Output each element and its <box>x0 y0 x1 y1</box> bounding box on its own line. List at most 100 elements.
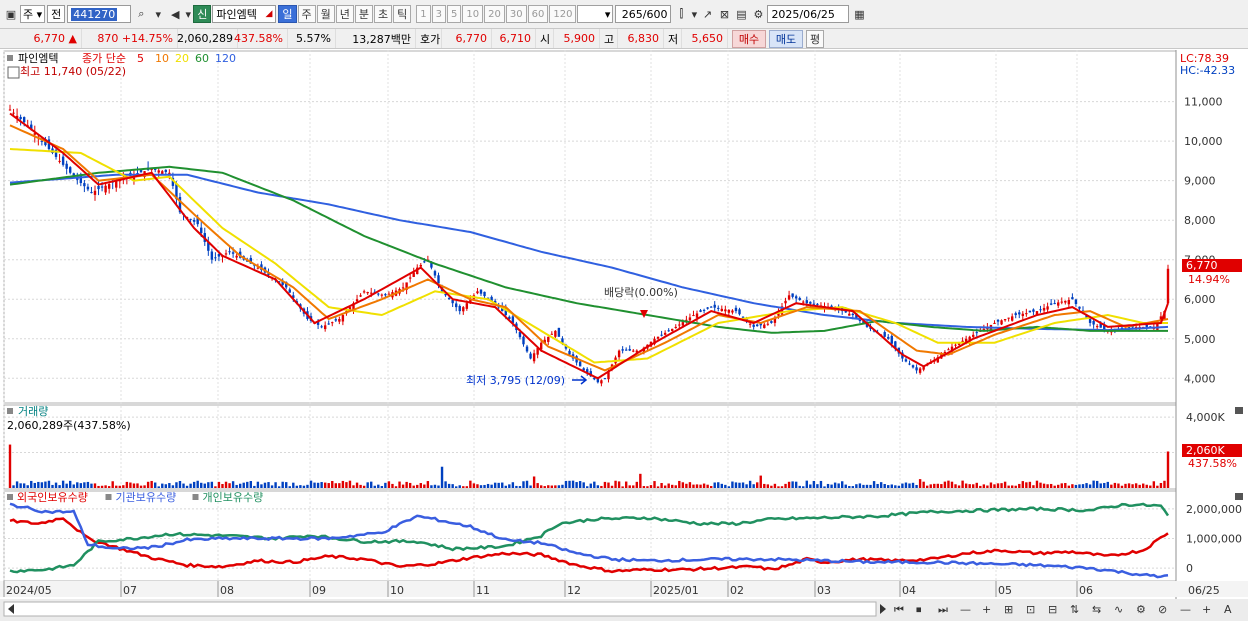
period-button-3[interactable]: 년 <box>335 5 354 23</box>
volume-bar <box>911 482 915 488</box>
volume-bar <box>752 484 755 488</box>
chart-control-icon-0: ⏮ <box>894 603 904 616</box>
volume-bar <box>171 485 175 488</box>
candle-body <box>600 380 603 384</box>
low-label: 저 <box>664 29 682 48</box>
candle-body <box>738 309 741 315</box>
volume-bar <box>281 481 284 488</box>
speaker-icon[interactable]: ◀ <box>167 5 183 23</box>
interval-button-120[interactable]: 120 <box>549 5 577 23</box>
volume-bar <box>341 480 345 488</box>
interval-button-3[interactable]: 3 <box>431 5 447 23</box>
zoom-icon[interactable]: ⊠ <box>716 5 732 23</box>
candle-body <box>915 367 918 371</box>
eval-button[interactable]: 평 <box>806 29 824 48</box>
interval-button-10[interactable]: 10 <box>462 5 484 23</box>
save-icon[interactable]: ▤ <box>733 5 749 23</box>
volume-bar <box>185 485 189 488</box>
interval-button-1[interactable]: 1 <box>416 5 431 23</box>
chevron-down-icon[interactable]: ▾ <box>184 5 192 23</box>
volume-bar <box>819 480 823 488</box>
candle-icon[interactable]: ⫿ <box>673 5 689 23</box>
period-button-4[interactable]: 분 <box>354 5 374 23</box>
sell-button[interactable]: 매도 <box>769 29 803 48</box>
calendar-icon[interactable]: ▦ <box>851 5 867 23</box>
volume-bar <box>26 485 29 488</box>
interval-button-20[interactable]: 20 <box>484 5 505 23</box>
volume-bar <box>1149 485 1152 488</box>
volume-bar <box>54 482 58 488</box>
candle-body <box>663 332 667 335</box>
period-button-5[interactable]: 초 <box>374 5 393 23</box>
candle-body <box>1060 301 1063 303</box>
candle-body <box>359 295 362 297</box>
volume-bar <box>161 483 164 488</box>
volume-bar <box>957 485 961 488</box>
chart-control-icon-1: ⏹ <box>916 603 922 616</box>
volume-bar <box>231 481 235 488</box>
gear-icon[interactable]: ⚙ <box>750 5 766 23</box>
candle-body <box>706 307 709 309</box>
volume-bar <box>260 484 263 488</box>
candle-body <box>437 275 440 284</box>
date-input[interactable]: 2025/06/25 <box>767 5 850 23</box>
hc-label: HC:-42.33 <box>1180 64 1235 77</box>
volume-bar <box>589 483 592 488</box>
volume-bar <box>1003 481 1007 488</box>
candle-body <box>401 287 405 289</box>
volume-bar <box>816 484 819 488</box>
period-button-0[interactable]: 일 <box>278 5 297 23</box>
stock-chart[interactable]: 4,0005,0006,0007,0008,0009,00010,00011,0… <box>0 50 1248 621</box>
volume-bar <box>809 484 812 488</box>
search-icon[interactable]: ⌕ <box>133 5 149 23</box>
holdings-panel-close-icon <box>1235 493 1243 500</box>
dividend-note: 배당락(0.00%) <box>604 286 678 299</box>
volume-bar <box>1085 483 1088 488</box>
volume-bar <box>568 480 571 488</box>
period-button-2[interactable]: 월 <box>316 5 335 23</box>
open-cell: 5,900 <box>554 29 600 48</box>
price-ytick-label-7: 11,000 <box>1184 96 1223 109</box>
candle-body <box>805 300 808 304</box>
volume-bar <box>908 483 911 488</box>
candle-body <box>69 167 72 173</box>
window-icon[interactable]: ▣ <box>3 5 19 23</box>
hoga-label-text: 호가 <box>420 32 441 46</box>
volume-bar <box>501 482 504 488</box>
dropdown-icon[interactable]: ▾ <box>150 5 166 23</box>
candle-body <box>192 219 196 222</box>
volume-bar <box>235 484 238 488</box>
volume-bar <box>964 483 968 488</box>
stock-code-input[interactable]: 441270 <box>67 5 132 23</box>
buy-button[interactable]: 매수 <box>732 29 766 48</box>
stock-name-box[interactable]: 파인엠텍 ◢ <box>212 5 277 23</box>
volume-bar <box>1145 484 1148 488</box>
volume-bar <box>86 481 90 488</box>
interval-select[interactable]: ▾ <box>577 5 614 23</box>
chevron-down-icon[interactable]: ▾ <box>690 5 698 23</box>
type-select[interactable]: 주 ▾ <box>20 5 46 23</box>
low-value: 5,650 <box>691 32 724 45</box>
prefix-box[interactable]: 전 <box>47 5 66 23</box>
volume-bar <box>596 485 600 488</box>
draw-icon[interactable]: ↗ <box>699 5 715 23</box>
interval-button-60[interactable]: 60 <box>527 5 549 23</box>
volume-bar <box>961 480 964 488</box>
volume-bar <box>883 483 886 488</box>
interval-button-5[interactable]: 5 <box>447 5 462 23</box>
legend-ma-5: 5 <box>137 52 144 65</box>
volume-ytick-label: 4,000K <box>1186 411 1225 424</box>
date-value: 2025/06/25 <box>771 7 835 21</box>
volume-bar <box>462 486 465 488</box>
x-axis-label-10: 04 <box>902 584 916 597</box>
candle-body <box>632 350 635 352</box>
interval-button-30[interactable]: 30 <box>505 5 527 23</box>
volume-bar <box>15 481 19 488</box>
volume-bar <box>717 482 720 488</box>
period-button-6[interactable]: 틱 <box>393 5 412 23</box>
volume-bar <box>40 482 44 488</box>
candle-body <box>153 168 157 170</box>
count-box[interactable]: 265/600 <box>615 5 672 23</box>
volume-bar <box>1088 484 1092 488</box>
period-button-1[interactable]: 주 <box>297 5 316 23</box>
